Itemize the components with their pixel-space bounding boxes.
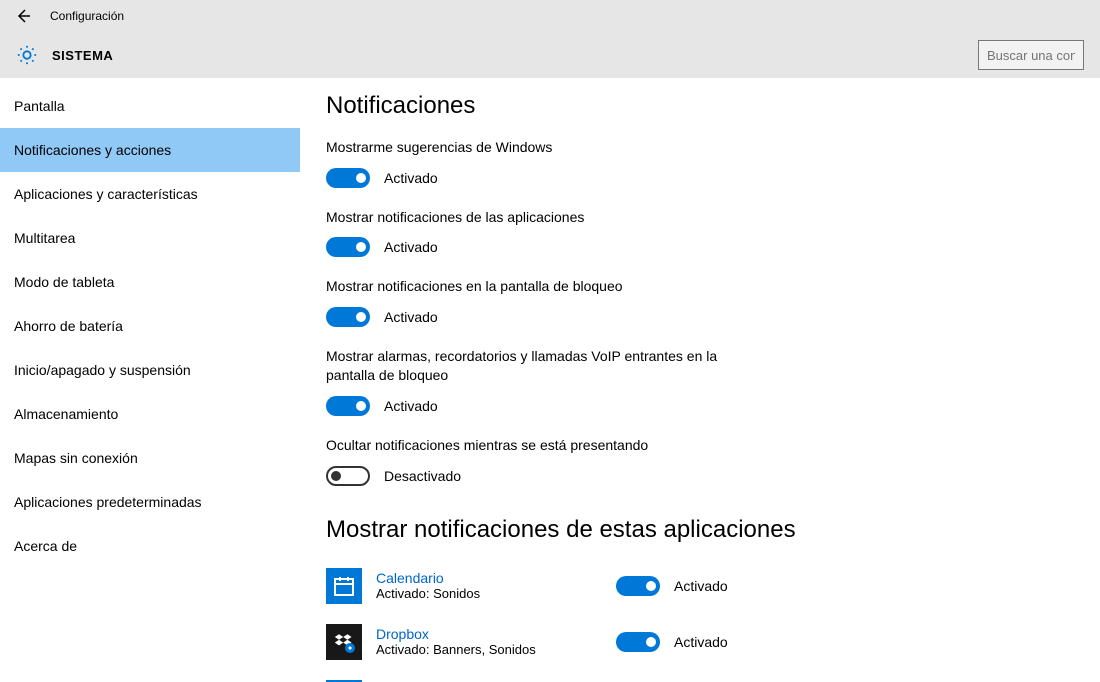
app-toggle: Activado [616,632,728,652]
toggle-state: Activado [674,634,728,650]
sidebar-item[interactable]: Notificaciones y acciones [0,128,300,172]
body: PantallaNotificaciones y accionesAplicac… [0,78,1100,682]
titlebar: Configuración [0,0,1100,32]
toggle-switch[interactable] [616,576,660,596]
toggle-label: Ocultar notificaciones mientras se está … [326,436,726,456]
window-title: Configuración [50,9,124,23]
toggle-state: Activado [674,578,728,594]
toggle-state: Activado [384,398,438,414]
app-info: CalendarioActivado: Sonidos [376,570,616,601]
toggle-block: Mostrarme sugerencias de Windows Activado [326,138,726,188]
sidebar: PantallaNotificaciones y accionesAplicac… [0,78,300,682]
gear-icon [16,44,38,66]
app-detail: Activado: Sonidos [376,586,616,601]
header-left: SISTEMA [16,44,113,66]
toggle-switch[interactable] [326,168,370,188]
sidebar-item[interactable]: Modo de tableta [0,260,300,304]
heading-apps: Mostrar notificaciones de estas aplicaci… [326,516,1074,544]
app-row: Funciones opcionalesActivado: Banners, S… [326,674,1074,682]
app-info: DropboxActivado: Banners, Sonidos [376,626,616,657]
sidebar-item[interactable]: Acerca de [0,524,300,568]
app-detail: Activado: Banners, Sonidos [376,642,616,657]
sidebar-item[interactable]: Almacenamiento [0,392,300,436]
toggle-state: Activado [384,239,438,255]
app-row: CalendarioActivado: Sonidos Activado [326,562,1074,618]
toggle-switch[interactable] [326,307,370,327]
dropbox-icon [326,624,362,660]
sidebar-item[interactable]: Aplicaciones predeterminadas [0,480,300,524]
calendar-icon [326,568,362,604]
sidebar-item[interactable]: Pantalla [0,84,300,128]
toggle-switch[interactable] [326,237,370,257]
toggle-block: Mostrar alarmas, recordatorios y llamada… [326,347,726,416]
toggle-switch[interactable] [326,396,370,416]
back-button[interactable] [8,1,38,31]
app-name-link[interactable]: Calendario [376,570,616,586]
toggle-switch[interactable] [616,632,660,652]
sidebar-item[interactable]: Mapas sin conexión [0,436,300,480]
heading-notifications: Notificaciones [326,92,1074,120]
app-toggle: Activado [616,576,728,596]
toggle-label: Mostrar notificaciones en la pantalla de… [326,277,726,297]
sidebar-item[interactable]: Inicio/apagado y suspensión [0,348,300,392]
toggle-block: Mostrar notificaciones de las aplicacion… [326,208,726,258]
header: SISTEMA [0,32,1100,78]
sidebar-item[interactable]: Multitarea [0,216,300,260]
toggle-block: Ocultar notificaciones mientras se está … [326,436,726,486]
toggle-label: Mostrar alarmas, recordatorios y llamada… [326,347,726,386]
toggle-label: Mostrarme sugerencias de Windows [326,138,726,158]
arrow-left-icon [15,8,31,24]
toggle-state: Activado [384,309,438,325]
sidebar-item[interactable]: Aplicaciones y características [0,172,300,216]
content: Notificaciones Mostrarme sugerencias de … [300,78,1100,682]
header-title: SISTEMA [52,48,113,63]
toggle-state: Activado [384,170,438,186]
toggle-label: Mostrar notificaciones de las aplicacion… [326,208,726,228]
search-input[interactable] [978,40,1084,70]
sidebar-item[interactable]: Ahorro de batería [0,304,300,348]
toggle-block: Mostrar notificaciones en la pantalla de… [326,277,726,327]
app-name-link[interactable]: Dropbox [376,626,616,642]
toggle-state: Desactivado [384,468,461,484]
toggle-switch[interactable] [326,466,370,486]
app-row: DropboxActivado: Banners, SonidosActivad… [326,618,1074,674]
